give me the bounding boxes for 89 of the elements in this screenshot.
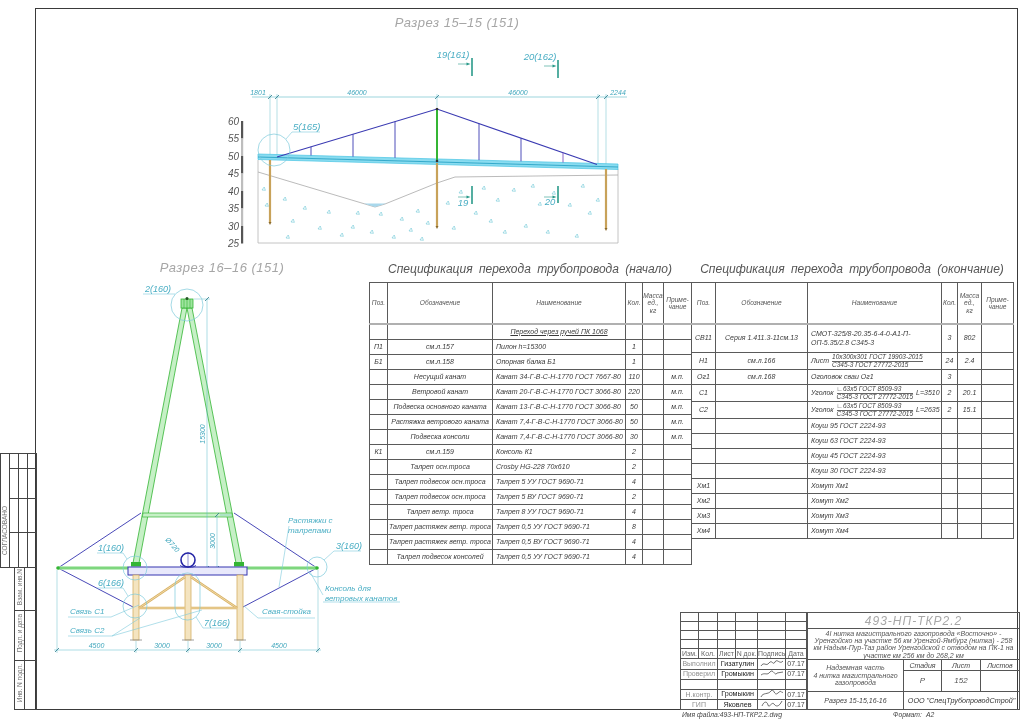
detail-callout [96, 587, 148, 619]
elevation-label: 35 [227, 203, 239, 214]
callout-label: 3(160) [336, 541, 362, 551]
leader-label: Растяжки с талрепами [288, 516, 333, 535]
soil-mark-icon [473, 210, 478, 215]
soil-mark-icon [378, 211, 383, 216]
soil-mark-icon [580, 183, 585, 188]
pile [181, 574, 195, 641]
soil-mark-icon [567, 202, 572, 207]
soil-mark-icon [530, 183, 535, 188]
leader-label: Связь С2 [70, 626, 105, 635]
section-mark-label: 20(162) [523, 51, 557, 62]
soil-mark-icon [419, 236, 424, 241]
detail-callout [306, 550, 362, 578]
soil-mark-icon [502, 229, 507, 234]
soil-mark-icon [369, 229, 374, 234]
detail-callout [174, 572, 230, 629]
pile [268, 160, 272, 225]
elevation-label: 45 [227, 168, 239, 179]
soil-mark-icon [523, 223, 528, 228]
soil-mark-icon [290, 218, 295, 223]
elevation-label: 30 [227, 220, 239, 232]
soil-mark-icon [488, 218, 493, 223]
soil-mark-icon [551, 190, 556, 195]
callout-label: 7(166) [204, 618, 230, 628]
section-mark-label: 20 [544, 196, 556, 207]
elevation-label: 25 [227, 238, 239, 249]
soil-mark-icon [458, 189, 463, 194]
soil-mark-icon [481, 185, 486, 190]
pylon-post [435, 107, 439, 163]
soil-mark-icon [282, 196, 287, 201]
section-mark-label: 19 [457, 197, 469, 208]
section-mark [457, 185, 473, 205]
elevation-label: 60 [227, 115, 239, 127]
signature-icon [759, 660, 784, 668]
callout-label: 2(160) [145, 284, 171, 294]
soil-mark-icon [317, 225, 322, 230]
soil-mark-icon [537, 201, 542, 206]
table-title: Спецификация перехода трубопровода (окончание) [700, 262, 1004, 276]
signature-icon [759, 690, 784, 699]
detail-callout [257, 131, 321, 167]
soil-mark-icon [339, 232, 344, 237]
leader-label: Свая-стойка [262, 607, 311, 616]
soil-mark-icon [587, 210, 592, 215]
soil-mark-icon [545, 229, 550, 234]
soil-mark-icon [399, 216, 404, 221]
soil-mark-icon [574, 233, 579, 238]
soil-mark-icon [355, 210, 360, 215]
sheet-number: 152 [954, 676, 968, 686]
soil-mark-icon [451, 225, 456, 230]
soil-mark-icon [350, 224, 355, 229]
callout-label: 1(160) [98, 543, 124, 553]
leader-label: Связь С1 [70, 607, 105, 616]
soil-mark-icon [425, 220, 430, 225]
soil-mark-icon [302, 205, 307, 210]
soil-mark-icon [391, 234, 396, 239]
section-mark [543, 185, 559, 204]
soil-mark-icon [445, 200, 450, 205]
leader-label: Консоль для ветровых канатов [325, 584, 398, 603]
soil-mark-icon [495, 197, 500, 202]
table-title: Спецификация перехода трубопровода (начало) [388, 262, 672, 276]
pile [604, 169, 608, 231]
section-title: Разрез 15–15 (151) [394, 15, 520, 30]
pile [233, 574, 247, 641]
water-fill [364, 203, 386, 207]
soil-mark-icon [261, 186, 266, 191]
pile [435, 163, 439, 229]
document-code: 493-НП-ТКР2.2 [864, 613, 963, 628]
signature-icon [759, 700, 784, 709]
elevation-label: 55 [227, 133, 239, 144]
soil-mark-icon [415, 208, 420, 213]
soil-mark-icon [408, 227, 413, 232]
callout-label: 5(165) [293, 121, 321, 132]
elevation-label: 40 [227, 185, 239, 197]
soil-mark-icon [326, 209, 331, 214]
soil-mark-icon [511, 187, 516, 192]
callout-label: 6(166) [98, 578, 124, 588]
detail-callout [96, 552, 148, 581]
pylon-cap [180, 297, 194, 309]
soil-mark-icon [264, 202, 269, 207]
stage-value: Р [919, 676, 926, 686]
pipe-section [179, 551, 197, 569]
leader-line [278, 525, 290, 588]
soil-mark-icon [595, 197, 600, 202]
soil-mark-icon [285, 234, 290, 239]
section-title: Разрез 16–16 (151) [159, 260, 285, 275]
section-mark-label: 19(161) [436, 49, 470, 60]
pile [129, 574, 143, 641]
elevation-label: 50 [227, 150, 239, 162]
